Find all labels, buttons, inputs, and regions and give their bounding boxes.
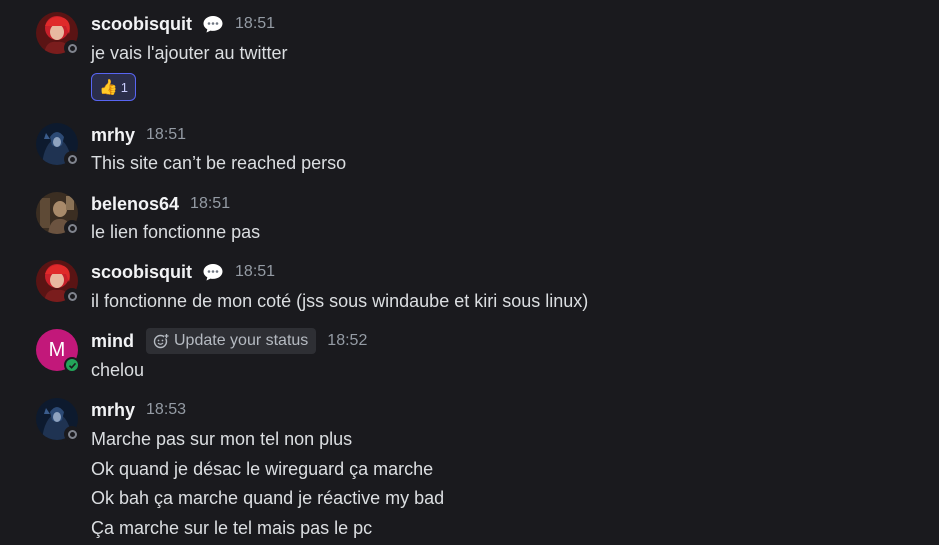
message-text: Marche pas sur mon tel non plus (91, 429, 353, 449)
message-text: This site can’t be reached perso (91, 153, 347, 173)
message-text: chelou (91, 360, 145, 380)
username[interactable]: scoobisquit (91, 262, 192, 283)
offline-status-icon (64, 288, 80, 304)
add-emoji-icon (153, 333, 169, 349)
avatar[interactable] (36, 192, 80, 236)
message-text: Ok bah ça marche quand je réactive my ba… (91, 488, 445, 508)
offline-status-icon (64, 426, 80, 442)
online-status-icon (64, 357, 80, 373)
timestamp[interactable]: 18:51 (235, 263, 275, 281)
username[interactable]: belenos64 (91, 194, 179, 215)
message-text: je vais l'ajouter au twitter (91, 43, 288, 63)
message-feed: scoobisquit 18:51 je vais l'ajouter au t… (0, 0, 939, 545)
offline-status-icon (64, 220, 80, 236)
message-text: Ok quand je désac le wireguard ça marche (91, 459, 434, 479)
speech-bubble-icon (202, 262, 224, 282)
username[interactable]: scoobisquit (91, 14, 192, 35)
avatar-letter: M (48, 338, 66, 361)
message-header: scoobisquit 18:51 (91, 12, 275, 36)
reaction-count: 1 (120, 79, 128, 95)
avatar[interactable]: M (36, 329, 80, 373)
message-text: Ça marche sur le tel mais pas le pc (91, 518, 373, 538)
message-header: belenos64 18:51 (91, 192, 230, 216)
message-header: mrhy 18:53 (91, 398, 186, 422)
message-header: mind Update your status 18:52 (91, 328, 367, 354)
timestamp[interactable]: 18:51 (235, 15, 275, 33)
message-text: il fonctionne de mon coté (jss sous wind… (91, 291, 589, 311)
timestamp[interactable]: 18:53 (146, 401, 186, 419)
timestamp[interactable]: 18:51 (146, 126, 186, 144)
reaction-button[interactable]: 👍 1 (91, 73, 136, 101)
avatar[interactable] (36, 123, 80, 167)
thumbs-up-icon: 👍 (99, 78, 118, 96)
username[interactable]: mind (91, 331, 134, 352)
update-status-button[interactable]: Update your status (146, 328, 317, 354)
speech-bubble-icon (202, 14, 224, 34)
update-status-label: Update your status (174, 332, 309, 349)
avatar[interactable] (36, 260, 80, 304)
timestamp[interactable]: 18:51 (190, 195, 230, 213)
username[interactable]: mrhy (91, 125, 135, 146)
avatar[interactable] (36, 12, 80, 56)
timestamp[interactable]: 18:52 (327, 332, 367, 350)
offline-status-icon (64, 151, 80, 167)
offline-status-icon (64, 40, 80, 56)
username[interactable]: mrhy (91, 400, 135, 421)
message-header: mrhy 18:51 (91, 123, 186, 147)
message-text: le lien fonctionne pas (91, 222, 261, 242)
message-header: scoobisquit 18:51 (91, 260, 275, 284)
avatar[interactable] (36, 398, 80, 442)
